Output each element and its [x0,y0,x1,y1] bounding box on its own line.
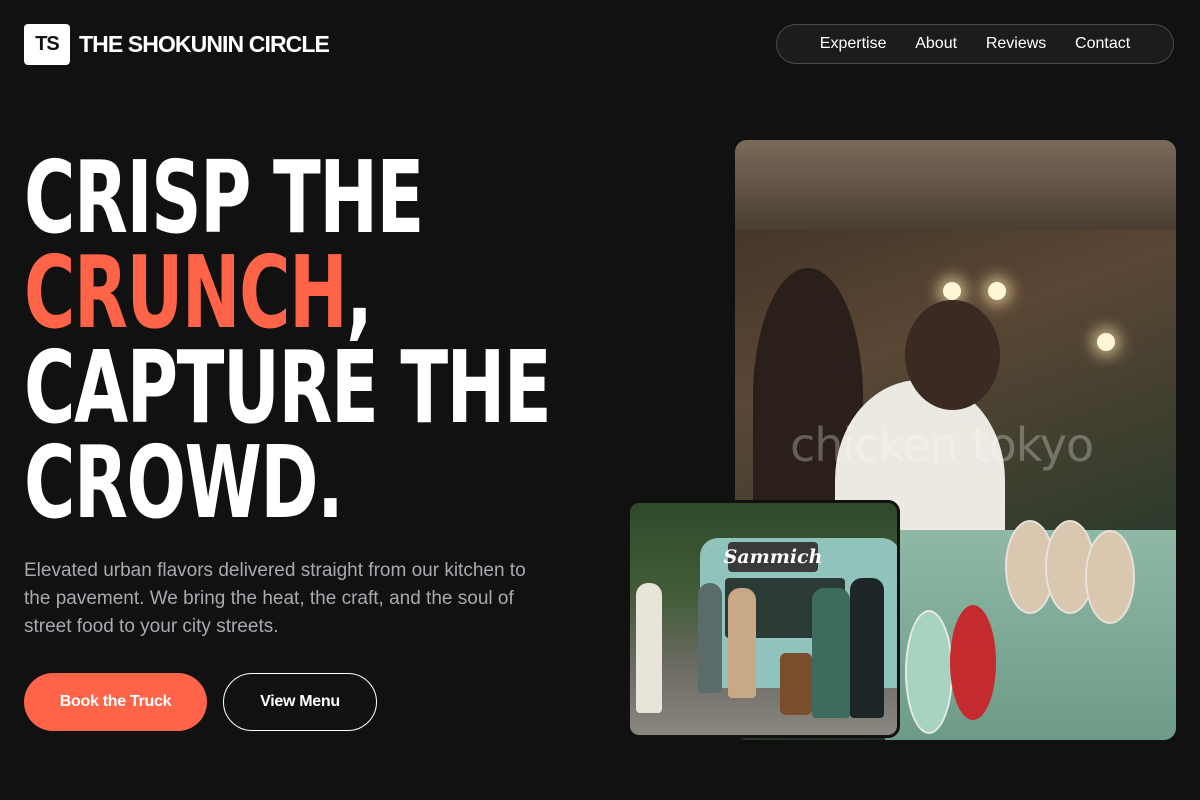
headline-line-4: CROWD. [24,424,344,541]
headline-line-3: CAPTURE THE [24,329,552,446]
view-menu-button[interactable]: View Menu [223,673,377,731]
barrel [780,653,812,715]
hanging-light [1097,333,1115,351]
menu-sign [950,605,996,720]
customer-figure [812,588,850,718]
headline-line-2: CRUNCH, [24,243,550,343]
customer-figure [728,588,756,698]
book-truck-button[interactable]: Book the Truck [24,673,207,731]
photo-watermark: chicken tokyo [790,418,1094,472]
nav-link-expertise[interactable]: Expertise [820,35,887,53]
logo-mark: TS [24,24,70,65]
nav-link-reviews[interactable]: Reviews [986,35,1046,53]
main-nav: Expertise About Reviews Contact [776,24,1174,64]
food-truck-crowd-photo: Sammich [627,500,900,738]
hanging-light [943,282,961,300]
menu-sign [905,610,953,734]
headline-line-1: CRISP THE [24,139,424,256]
nav-link-contact[interactable]: Contact [1075,35,1130,53]
brand-logo[interactable]: TS THE SHOKUNIN CIRCLE [24,24,330,65]
brand-name: THE SHOKUNIN CIRCLE [79,31,330,57]
hero-subtitle: Elevated urban flavors delivered straigh… [24,560,526,637]
truck-canopy [735,140,1176,230]
menu-plate [1085,530,1135,624]
nav-link-about[interactable]: About [915,35,957,53]
hanging-light [988,282,1006,300]
truck-sign: Sammich [724,542,822,572]
chef-figure [905,300,1000,410]
customer-figure [850,578,884,718]
customer-figure [698,583,722,693]
hero-headline: CRISP THE CRUNCH, CAPTURE THE CROWD. [24,139,552,541]
customer-figure [636,583,662,713]
